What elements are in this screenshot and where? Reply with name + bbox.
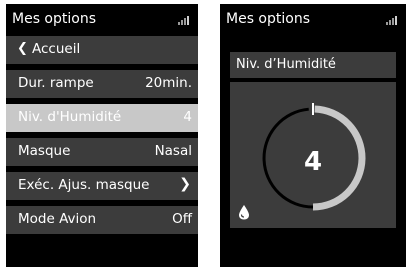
water-drop-icon bbox=[239, 205, 249, 220]
menu-item-masque[interactable]: Masque Nasal bbox=[6, 138, 198, 166]
menu-item-label: Mode Avion bbox=[18, 211, 97, 227]
menu-item-niv-humidite[interactable]: Niv. d'Humidité 4 bbox=[6, 104, 198, 132]
menu-item-value: 4 bbox=[183, 109, 192, 125]
setting-title-label: Niv. d’Humidité bbox=[236, 57, 336, 72]
menu-item-value: 20min. bbox=[145, 75, 192, 91]
humidity-value: 4 bbox=[303, 147, 323, 177]
signal-strength-icon bbox=[178, 15, 192, 25]
humidity-gauge-panel[interactable]: 4 bbox=[230, 82, 396, 228]
menu-item-label: Exéc. Ajus. masque bbox=[18, 177, 150, 193]
options-menu-screen: Mes options ❮ Accueil Dur. rampe 20min. … bbox=[6, 4, 198, 267]
menu-item-dur-rampe[interactable]: Dur. rampe 20min. bbox=[6, 70, 198, 98]
menu-item-exec-ajus-masque[interactable]: Exéc. Ajus. masque ❯ bbox=[6, 172, 198, 200]
menu-item-label: Dur. rampe bbox=[18, 75, 94, 91]
setting-title: Niv. d’Humidité bbox=[230, 52, 396, 78]
menu-item-label: Niv. d'Humidité bbox=[18, 109, 122, 125]
chevron-right-icon: ❯ bbox=[179, 176, 191, 192]
page-title: Mes options bbox=[12, 11, 96, 27]
chevron-left-icon: ❮ bbox=[17, 41, 28, 56]
menu-item-accueil[interactable]: ❮ Accueil bbox=[6, 36, 198, 64]
header-bar: Mes options bbox=[220, 4, 406, 34]
menu-item-label: Accueil bbox=[32, 41, 81, 57]
menu-item-value: Off bbox=[172, 211, 192, 227]
page-title: Mes options bbox=[226, 11, 310, 27]
header-bar: Mes options bbox=[6, 4, 198, 34]
humidity-detail-screen: Mes options Niv. d’Humidité 4 bbox=[220, 4, 406, 267]
menu-item-value: Nasal bbox=[154, 143, 192, 159]
menu-item-label: Masque bbox=[18, 143, 71, 159]
menu-item-mode-avion[interactable]: Mode Avion Off bbox=[6, 206, 198, 234]
signal-strength-icon bbox=[386, 15, 400, 25]
